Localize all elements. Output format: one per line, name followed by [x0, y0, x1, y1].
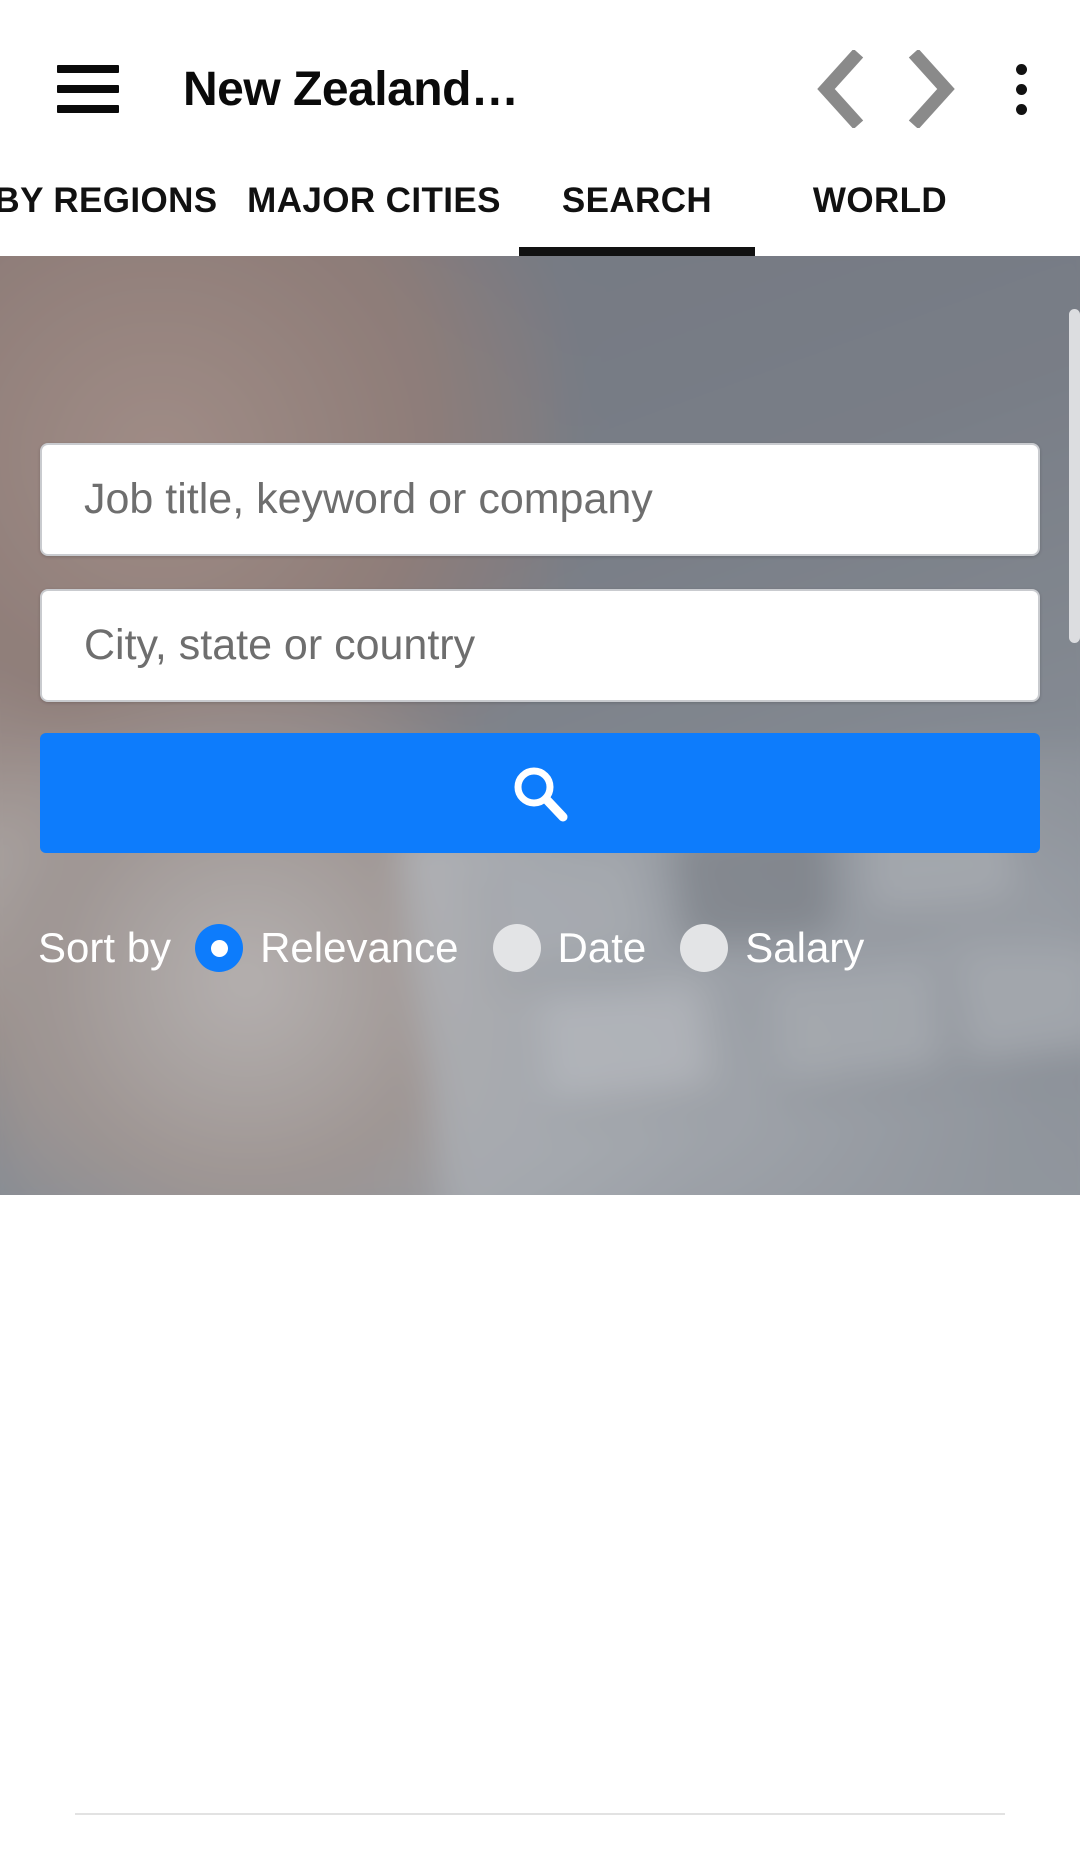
tab-bar: BY REGIONS MAJOR CITIES SEARCH WORLD: [0, 146, 1080, 256]
hamburger-line: [57, 65, 119, 73]
kebab-dot: [1015, 63, 1027, 75]
tab-search[interactable]: SEARCH: [519, 146, 755, 256]
page-title: New Zealand…: [183, 62, 519, 116]
tab-label: MAJOR CITIES: [247, 181, 501, 220]
sort-option-date[interactable]: Date: [492, 924, 647, 972]
tab-world[interactable]: WORLD: [755, 146, 1005, 256]
tab-label: BY REGIONS: [0, 181, 218, 220]
kebab-dot: [1015, 83, 1027, 95]
tab-label: WORLD: [812, 181, 948, 220]
hamburger-menu-icon[interactable]: [57, 65, 119, 113]
more-vertical-icon[interactable]: [984, 43, 1058, 135]
kebab-dot: [1015, 103, 1027, 115]
chevron-left-icon[interactable]: [794, 43, 886, 135]
search-submit-button[interactable]: [40, 733, 1040, 853]
sort-option-salary[interactable]: Salary: [680, 924, 864, 972]
location-input-placeholder: City, state or country: [84, 621, 476, 669]
tab-by-regions[interactable]: BY REGIONS: [0, 146, 229, 256]
sort-option-relevance[interactable]: Relevance: [195, 924, 459, 972]
results-content-area: [0, 1195, 1080, 1861]
hamburger-line: [57, 105, 119, 113]
sort-option-label: Relevance: [260, 924, 459, 971]
search-icon: [509, 762, 571, 824]
radio-button-date[interactable]: [492, 924, 541, 972]
app-screen: New Zealand… BY REGIONS MAJOR CITIES SEA…: [0, 0, 1080, 1861]
radio-button-relevance[interactable]: [195, 924, 244, 972]
radio-button-salary[interactable]: [680, 924, 729, 972]
location-search-input[interactable]: City, state or country: [40, 589, 1040, 702]
hamburger-line: [57, 85, 119, 93]
tab-major-cities[interactable]: MAJOR CITIES: [229, 146, 519, 256]
sort-by-label: Sort by: [38, 924, 172, 971]
sort-by-row: Sort by Relevance Date Salary: [38, 918, 864, 978]
keyword-search-input[interactable]: Job title, keyword or company: [40, 443, 1040, 556]
search-hero-panel: Job title, keyword or company City, stat…: [0, 256, 1080, 1195]
sort-option-label: Salary: [745, 924, 865, 971]
bottom-divider: [75, 1813, 1005, 1815]
sort-option-label: Date: [557, 924, 647, 971]
tab-label: SEARCH: [561, 181, 713, 220]
keyword-input-placeholder: Job title, keyword or company: [84, 475, 653, 523]
chevron-right-icon[interactable]: [886, 43, 978, 135]
page-scrollbar[interactable]: [1069, 309, 1080, 643]
